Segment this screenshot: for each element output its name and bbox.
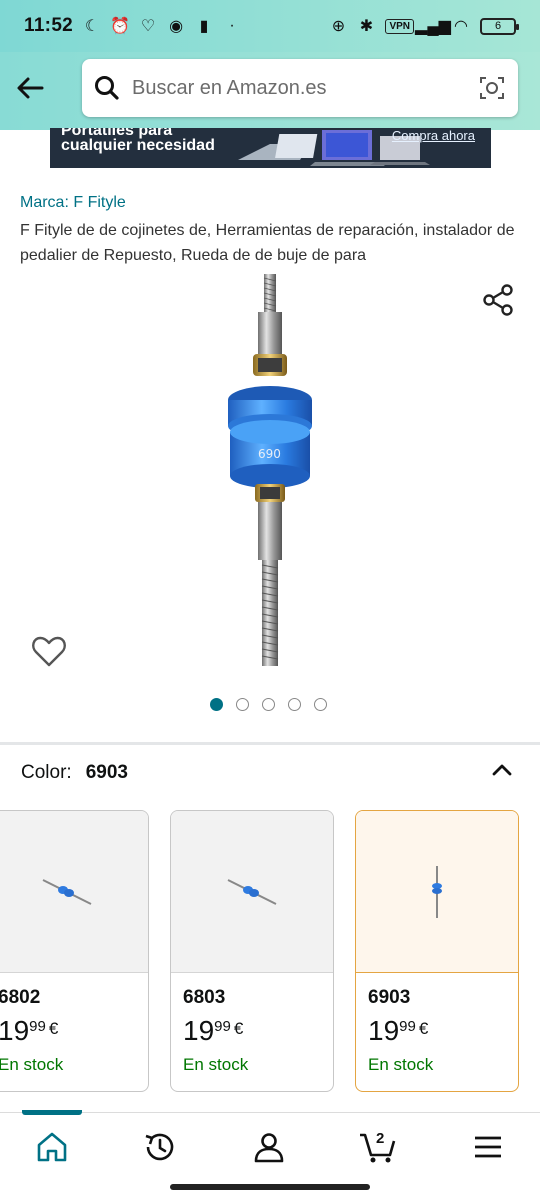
- status-bar: 11:52 ☾ ⏰ ♡ ◉ ▮ · ⊕ ✱ VPN ▂▄▆ ◠ 6: [0, 0, 540, 52]
- color-value: 6903: [85, 762, 128, 783]
- variant-thumbnail: [356, 811, 518, 973]
- price-currency: €: [233, 1019, 244, 1038]
- price-whole: 19: [0, 1015, 30, 1046]
- banner-title-line2: cualquier necesidad: [61, 137, 215, 154]
- bottom-navigation: 2: [0, 1110, 540, 1178]
- price-whole: 19: [183, 1015, 215, 1046]
- color-label: Color:: [21, 762, 72, 783]
- price-fraction: 99: [29, 1018, 46, 1035]
- price-whole: 19: [368, 1015, 400, 1046]
- promo-banner[interactable]: Portátiles para cualquier necesidad Comp…: [50, 128, 491, 168]
- gesture-navigation-bar[interactable]: [170, 1184, 370, 1190]
- variant-card-6802[interactable]: 6802 19 99 € En stock: [0, 810, 149, 1092]
- variant-product-image: [227, 878, 277, 905]
- variant-card-6903[interactable]: 6903 19 99 € En stock: [355, 810, 519, 1092]
- chevron-up-icon[interactable]: [490, 758, 514, 782]
- moon-icon: ☾: [84, 18, 100, 35]
- back-arrow-icon[interactable]: [14, 72, 46, 104]
- pagination-dot[interactable]: [210, 698, 223, 711]
- share-icon[interactable]: [480, 282, 516, 318]
- variant-name: 6803: [183, 987, 226, 1008]
- dot-icon: ·: [229, 17, 235, 34]
- stock-status: En stock: [183, 1055, 249, 1074]
- search-icon: [95, 76, 119, 100]
- price-fraction: 99: [399, 1018, 416, 1035]
- pagination-dot[interactable]: [236, 698, 249, 711]
- search-placeholder: Buscar en Amazon.es: [132, 76, 327, 99]
- wifi-icon: ◠: [454, 18, 468, 35]
- whatsapp-icon: ◉: [169, 18, 184, 35]
- pagination-dot[interactable]: [314, 698, 327, 711]
- camera-search-icon[interactable]: [478, 74, 506, 102]
- alarm-icon: ⏰: [110, 18, 131, 35]
- variant-product-image: [432, 865, 442, 918]
- variant-name: 6802: [0, 987, 41, 1008]
- color-selector-header[interactable]: Color: 6903: [21, 762, 521, 784]
- signal-icon: ▂▄▆: [415, 18, 451, 35]
- variant-price: 19 99 €: [183, 1015, 321, 1047]
- stock-status: En stock: [0, 1055, 64, 1074]
- battery-indicator: 6: [480, 17, 519, 35]
- variant-price: 19 99 €: [0, 1015, 136, 1047]
- cart-count: 2: [376, 1130, 384, 1147]
- variant-name: 6903: [368, 987, 411, 1008]
- stock-status: En stock: [368, 1055, 434, 1074]
- banner-cta-link[interactable]: Compra ahora: [392, 128, 475, 143]
- search-header: Buscar en Amazon.es: [0, 52, 540, 130]
- shield-icon: ♡: [140, 18, 156, 35]
- bluetooth-icon: ✱: [359, 18, 374, 35]
- search-input[interactable]: Buscar en Amazon.es: [82, 59, 518, 117]
- battery-saver-icon: ▮: [199, 18, 209, 35]
- price-currency: €: [418, 1019, 429, 1038]
- pagination-dot[interactable]: [288, 698, 301, 711]
- home-icon[interactable]: [34, 1129, 70, 1165]
- price-fraction: 99: [214, 1018, 231, 1035]
- variant-card-6803[interactable]: 6803 19 99 € En stock: [170, 810, 334, 1092]
- section-divider: [0, 742, 540, 745]
- vpn-badge: VPN: [385, 18, 414, 34]
- data-saver-icon: ⊕: [331, 18, 346, 35]
- history-icon[interactable]: [142, 1129, 178, 1165]
- product-title: F Fityle de de cojinetes de, Herramienta…: [20, 222, 515, 264]
- menu-icon[interactable]: [470, 1129, 506, 1165]
- pagination-dot[interactable]: [262, 698, 275, 711]
- variant-price: 19 99 €: [368, 1015, 506, 1047]
- variant-thumbnail: [0, 811, 148, 973]
- variant-thumbnail: [171, 811, 333, 973]
- variant-product-image: [42, 878, 92, 905]
- account-icon[interactable]: [251, 1129, 287, 1165]
- product-image[interactable]: 690: [200, 272, 340, 672]
- heart-icon[interactable]: [30, 632, 68, 670]
- active-tab-indicator: [22, 1110, 82, 1115]
- price-currency: €: [48, 1019, 59, 1038]
- brand-link[interactable]: Marca: F Fityle: [20, 194, 126, 212]
- cart-icon[interactable]: 2: [358, 1129, 398, 1165]
- image-engraving-text: 690: [258, 447, 281, 461]
- image-pagination[interactable]: [210, 698, 327, 711]
- status-time: 11:52: [24, 15, 74, 36]
